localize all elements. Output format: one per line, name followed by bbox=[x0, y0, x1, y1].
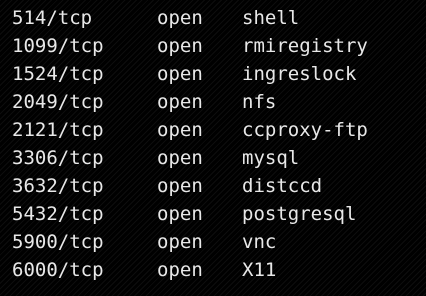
port-number: 5432/tcp bbox=[12, 203, 104, 225]
port-number: 6000/tcp bbox=[12, 259, 104, 281]
port-state: open bbox=[157, 91, 203, 113]
service-name: postgresql bbox=[242, 203, 357, 225]
port-row: 2121/tcp open ccproxy-ftp bbox=[0, 116, 426, 144]
service-name: ingreslock bbox=[242, 63, 357, 85]
port-number: 514/tcp bbox=[12, 7, 93, 29]
service-name: shell bbox=[242, 7, 300, 29]
port-row: 1524/tcp open ingreslock bbox=[0, 60, 426, 88]
port-state: open bbox=[157, 175, 203, 197]
service-name: mysql bbox=[242, 147, 300, 169]
port-state: open bbox=[157, 231, 203, 253]
terminal-output: 514/tcp open shell 1099/tcp open rmiregi… bbox=[0, 0, 426, 296]
port-number: 2049/tcp bbox=[12, 91, 104, 113]
port-state: open bbox=[157, 7, 203, 29]
service-name: rmiregistry bbox=[242, 35, 368, 57]
port-number: 5900/tcp bbox=[12, 231, 104, 253]
port-row: 3306/tcp open mysql bbox=[0, 144, 426, 172]
port-state: open bbox=[157, 147, 203, 169]
service-name: X11 bbox=[242, 259, 277, 281]
service-name: nfs bbox=[242, 91, 277, 113]
port-row: 1099/tcp open rmiregistry bbox=[0, 32, 426, 60]
port-row: 5900/tcp open vnc bbox=[0, 228, 426, 256]
port-number: 3306/tcp bbox=[12, 147, 104, 169]
port-number: 1099/tcp bbox=[12, 35, 104, 57]
service-name: distccd bbox=[242, 175, 323, 197]
port-row: 514/tcp open shell bbox=[0, 4, 426, 32]
port-row: 6000/tcp open X11 bbox=[0, 256, 426, 284]
port-state: open bbox=[157, 119, 203, 141]
port-number: 3632/tcp bbox=[12, 175, 104, 197]
port-row: 3632/tcp open distccd bbox=[0, 172, 426, 200]
service-name: vnc bbox=[242, 231, 277, 253]
port-row: 5432/tcp open postgresql bbox=[0, 200, 426, 228]
port-row: 2049/tcp open nfs bbox=[0, 88, 426, 116]
port-number: 2121/tcp bbox=[12, 119, 104, 141]
port-state: open bbox=[157, 259, 203, 281]
port-number: 1524/tcp bbox=[12, 63, 104, 85]
service-name: ccproxy-ftp bbox=[242, 119, 368, 141]
port-state: open bbox=[157, 63, 203, 85]
port-state: open bbox=[157, 203, 203, 225]
port-state: open bbox=[157, 35, 203, 57]
